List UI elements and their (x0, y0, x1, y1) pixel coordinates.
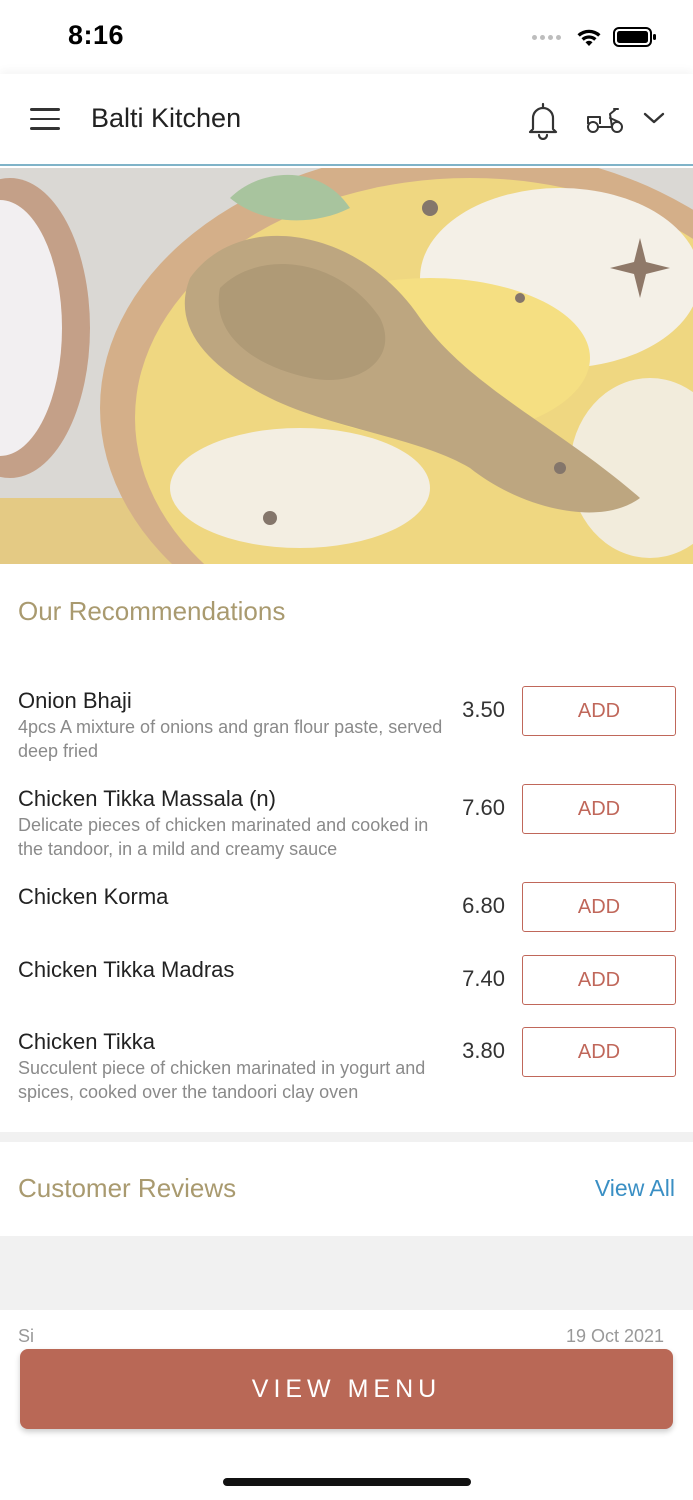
status-time: 8:16 (68, 20, 125, 50)
battery-icon (613, 27, 656, 47)
status-icons (532, 26, 657, 48)
delivery-scooter-icon[interactable] (584, 102, 626, 136)
review-date: 19 Oct 2021 (566, 1326, 665, 1346)
hamburger-menu-icon[interactable] (30, 108, 60, 130)
reviews-separator (0, 1236, 693, 1310)
cellular-signal-icon (532, 34, 561, 40)
restaurant-title: Balti Kitchen (91, 103, 242, 133)
item-price: 7.40 (462, 966, 505, 991)
chevron-down-icon[interactable] (642, 110, 666, 126)
add-button[interactable]: ADD (522, 686, 676, 736)
menu-item: Chicken Tikka Madras 7.40 ADD (0, 955, 693, 1015)
item-name: Onion Bhaji (18, 688, 132, 713)
item-price: 3.50 (462, 697, 505, 722)
add-button[interactable]: ADD (522, 955, 676, 1005)
section-divider (0, 1132, 693, 1142)
add-button[interactable]: ADD (522, 882, 676, 932)
bell-icon[interactable] (526, 100, 560, 140)
item-description: 4pcs A mixture of onions and gran flour … (18, 717, 443, 761)
app-header: Balti Kitchen (0, 74, 693, 166)
hero-food-image (0, 168, 693, 564)
status-bar: 8:16 (0, 0, 693, 70)
menu-item: Chicken Tikka Massala (n) Delicate piece… (0, 784, 693, 874)
item-description: Succulent piece of chicken marinated in … (18, 1058, 426, 1102)
item-price: 3.80 (462, 1038, 505, 1063)
menu-item: Chicken Korma 6.80 ADD (0, 882, 693, 942)
item-name: Chicken Tikka Madras (18, 957, 235, 982)
item-name: Chicken Korma (18, 884, 169, 909)
wifi-icon (577, 29, 601, 46)
item-price: 6.80 (462, 893, 505, 918)
view-menu-button[interactable]: VIEW MENU (20, 1349, 673, 1429)
menu-item: Chicken Tikka Succulent piece of chicken… (0, 1027, 693, 1117)
home-indicator (223, 1478, 471, 1486)
view-all-reviews-link[interactable]: View All (595, 1175, 675, 1202)
item-price: 7.60 (462, 795, 505, 820)
add-button[interactable]: ADD (522, 1027, 676, 1077)
add-button[interactable]: ADD (522, 784, 676, 834)
reviews-heading: Customer Reviews (18, 1173, 237, 1203)
review-author: Si (18, 1326, 35, 1346)
menu-item: Onion Bhaji 4pcs A mixture of onions and… (0, 686, 693, 776)
recommendations-heading: Our Recommendations (18, 596, 286, 626)
item-description: Delicate pieces of chicken marinated and… (18, 815, 429, 859)
item-name: Chicken Tikka Massala (n) (18, 786, 276, 811)
item-name: Chicken Tikka (18, 1029, 155, 1054)
